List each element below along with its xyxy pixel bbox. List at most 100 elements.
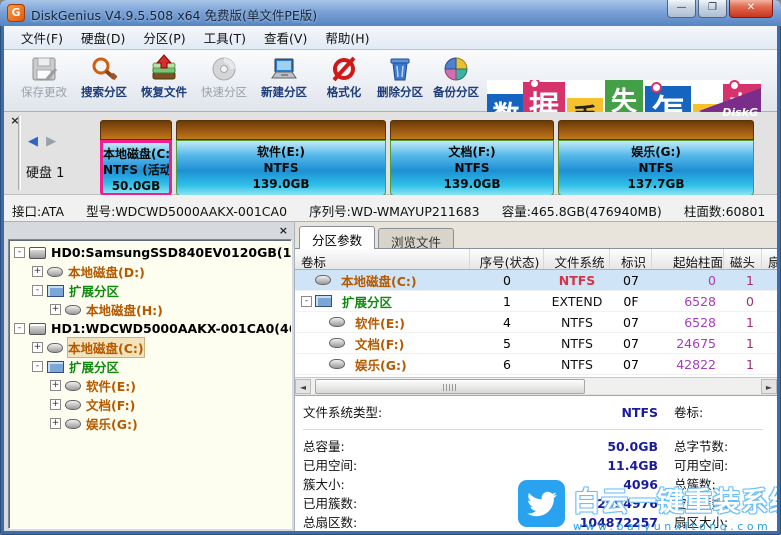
column-header-seq[interactable]: 序号(状态): [470, 249, 544, 270]
detail-label: 总字节数:: [674, 439, 729, 454]
partition-name: 文档(F:): [448, 145, 496, 159]
table-row-f[interactable]: 文档(F:) 5 NTFS 07 24675 1: [295, 333, 777, 354]
collapse-icon[interactable]: -: [14, 323, 25, 334]
tree-item-hd1[interactable]: - HD1:WDCWD5000AAKX-001CA0(466GB): [9, 319, 291, 338]
collapse-icon[interactable]: -: [32, 361, 43, 372]
cell-seq: 6: [503, 356, 511, 372]
cell-cylinder: 42822: [676, 356, 716, 372]
tree-item-extended-hd1[interactable]: - 扩展分区: [9, 357, 291, 376]
close-icon[interactable]: ×: [279, 224, 288, 237]
menu-disk[interactable]: 硬盘(D): [72, 26, 134, 49]
drive-icon: [329, 317, 345, 327]
collapse-icon[interactable]: -: [32, 285, 43, 296]
partition-block-f[interactable]: 文档(F:) NTFS 139.0GB: [390, 120, 554, 196]
tree-item-drive-g[interactable]: + 娱乐(G:): [9, 414, 291, 433]
save-changes-button[interactable]: 保存更改: [14, 54, 74, 108]
expand-icon[interactable]: +: [50, 399, 61, 410]
extended-partition-icon: [315, 295, 332, 307]
backup-partition-button[interactable]: 备份分区: [426, 54, 486, 108]
tree-item-drive-e[interactable]: + 软件(E:): [9, 376, 291, 395]
next-disk-arrow[interactable]: ▶: [46, 134, 58, 149]
tab-browse-files[interactable]: 浏览文件: [378, 228, 455, 250]
format-icon: [314, 54, 374, 84]
menu-file[interactable]: 文件(F): [12, 26, 72, 49]
disk-info-cylinders: 柱面数:60801: [683, 204, 766, 219]
partition-block-g[interactable]: 娱乐(G:) NTFS 137.7GB: [558, 120, 754, 196]
tree-item-label: 本地磁盘(H:): [86, 303, 163, 318]
column-header-sector[interactable]: 扇区: [762, 249, 777, 270]
menu-partition[interactable]: 分区(P): [134, 26, 194, 49]
client-area: 文件(F) 硬盘(D) 分区(P) 工具(T) 查看(V) 帮助(H) 保存更改…: [4, 26, 777, 531]
prev-disk-arrow[interactable]: ◀: [28, 134, 40, 149]
expand-icon[interactable]: +: [50, 380, 61, 391]
table-row-g[interactable]: 娱乐(G:) 6 NTFS 07 42822 1: [295, 354, 777, 375]
partition-block-c[interactable]: 本地磁盘(C:) NTFS (活动) 50.0GB: [100, 120, 172, 196]
menu-help[interactable]: 帮助(H): [316, 26, 378, 49]
drive-icon: [65, 304, 81, 315]
collapse-icon[interactable]: -: [14, 247, 25, 258]
minimize-button[interactable]: —: [667, 0, 696, 18]
detail-value: 50.0GB: [607, 439, 658, 454]
watermark-text: 白云一键重装系统 www.baiyunxitong.com: [573, 480, 777, 531]
expand-icon[interactable]: +: [50, 304, 61, 315]
detail-label: 总扇区数:: [303, 515, 358, 530]
volume-name: 本地磁盘(C:): [341, 273, 417, 289]
volume-name: 娱乐(G:): [355, 357, 407, 373]
format-button[interactable]: 格式化: [314, 54, 374, 108]
table-row-extended[interactable]: - 扩展分区 1 EXTEND 0F 6528 0: [295, 291, 777, 312]
drive-icon: [65, 380, 81, 391]
expand-icon[interactable]: +: [50, 418, 61, 429]
scrollbar-thumb[interactable]: [315, 379, 585, 394]
watermark-url: www.baiyunxitong.com: [573, 520, 772, 531]
expand-icon[interactable]: +: [32, 342, 43, 353]
toolbar-button-label: 保存更改: [21, 85, 67, 99]
scroll-left-arrow[interactable]: ◄: [295, 379, 311, 394]
tree-item-drive-d[interactable]: + 本地磁盘(D:): [9, 262, 291, 281]
expand-icon[interactable]: +: [32, 266, 43, 277]
menu-tools[interactable]: 工具(T): [195, 26, 255, 49]
collapse-icon[interactable]: -: [301, 295, 312, 307]
tree-item-label: 扩展分区: [69, 284, 120, 299]
tree-item-hd0[interactable]: - HD0:SamsungSSD840EV0120GB(112GB): [9, 243, 291, 262]
maximize-button[interactable]: ❐: [698, 0, 727, 18]
tree-item-drive-f[interactable]: + 文档(F:): [9, 395, 291, 414]
tree-item-drive-h[interactable]: + 本地磁盘(H:): [9, 300, 291, 319]
cell-head: 1: [746, 356, 754, 372]
scroll-right-arrow[interactable]: ►: [761, 379, 777, 394]
quick-partition-icon: [194, 54, 254, 84]
close-button[interactable]: ✕: [729, 0, 773, 18]
search-icon: [74, 54, 134, 84]
tab-partition-params[interactable]: 分区参数: [299, 226, 376, 249]
app-icon: G: [7, 4, 25, 22]
column-header-volume[interactable]: 卷标: [295, 249, 470, 270]
table-row-c[interactable]: 本地磁盘(C:) 0 NTFS 07 0 1: [295, 270, 777, 291]
window-title: DiskGenius V4.9.5.508 x64 免费版(单文件PE版): [31, 8, 318, 23]
window-controls: — ❐ ✕: [665, 0, 773, 18]
menu-view[interactable]: 查看(V): [255, 26, 316, 49]
partition-fs: NTFS: [454, 161, 490, 175]
column-header-head[interactable]: 磁头: [724, 249, 762, 270]
column-header-fs[interactable]: 文件系统: [544, 249, 610, 270]
cell-head: 1: [746, 314, 754, 330]
partition-name: 软件(E:): [257, 145, 305, 159]
horizontal-scrollbar[interactable]: ◄ ►: [295, 377, 777, 394]
table-row-e[interactable]: 软件(E:) 4 NTFS 07 6528 1: [295, 312, 777, 333]
title-bar[interactable]: G DiskGenius V4.9.5.508 x64 免费版(单文件PE版) …: [0, 0, 781, 26]
column-header-cylinder[interactable]: 起始柱面: [652, 249, 724, 270]
toolbar-button-label: 删除分区: [377, 85, 423, 99]
panel-separator: [18, 116, 21, 190]
toolbar-button-label: 备份分区: [433, 85, 479, 99]
search-partition-button[interactable]: 搜索分区: [74, 54, 134, 108]
column-header-id[interactable]: 标识: [610, 249, 652, 270]
detail-row: 文件系统类型: NTFS 卷标:: [303, 402, 777, 421]
quick-partition-button[interactable]: 快速分区: [194, 54, 254, 108]
drive-icon: [65, 418, 81, 429]
tree-item-extended-hd0[interactable]: - 扩展分区: [9, 281, 291, 300]
disk-label: 硬盘 1: [26, 166, 65, 181]
recover-files-button[interactable]: 恢复文件: [134, 54, 194, 108]
new-partition-button[interactable]: 新建分区: [254, 54, 314, 108]
cell-fs: NTFS: [558, 272, 596, 288]
tree-item-drive-c[interactable]: + 本地磁盘(C:): [9, 337, 291, 358]
delete-partition-button[interactable]: 删除分区: [370, 54, 430, 108]
partition-block-e[interactable]: 软件(E:) NTFS 139.0GB: [176, 120, 386, 196]
